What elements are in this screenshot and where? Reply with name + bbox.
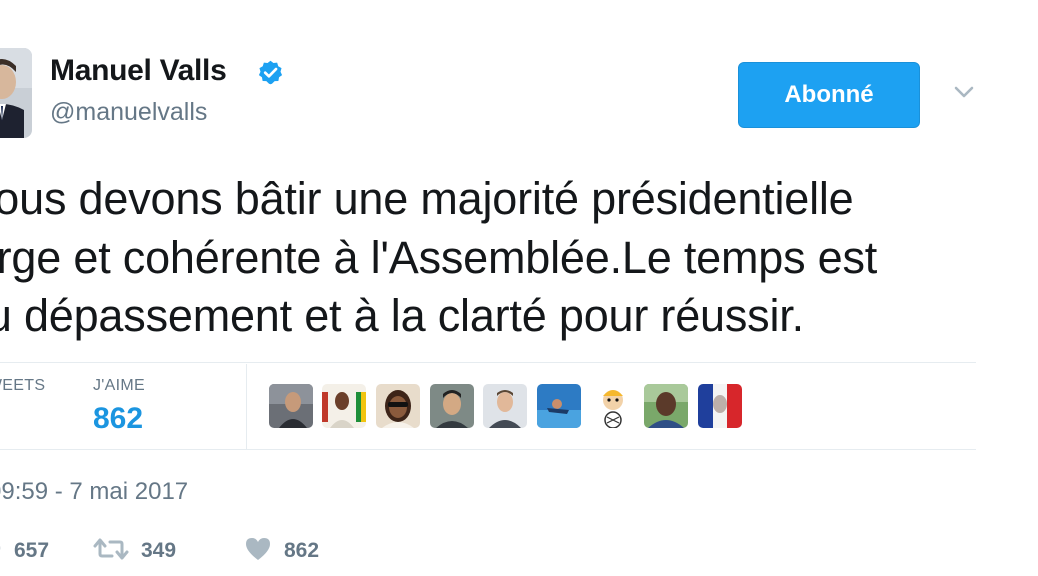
following-button[interactable]: Abonné (738, 62, 920, 128)
tweet-text-line: Nous devons bâtir une majorité président… (0, 173, 854, 224)
likes-count[interactable]: 862 (93, 402, 143, 436)
liker-avatar[interactable] (698, 384, 742, 428)
liker-avatar[interactable] (322, 384, 366, 428)
retweet-count: 349 (141, 539, 177, 562)
reply-icon (0, 538, 2, 565)
like-count: 862 (284, 539, 320, 562)
reply-count: 657 (14, 539, 50, 562)
tweet-text-line: au dépassement et à la clarté pour réuss… (0, 290, 804, 341)
liker-avatar[interactable] (537, 384, 581, 428)
liker-avatar[interactable] (483, 384, 527, 428)
stats-divider (246, 364, 247, 450)
handle[interactable]: @manuelvalls (50, 98, 207, 127)
verified-badge-icon (257, 59, 284, 86)
retweet-button[interactable]: 349 (93, 536, 176, 566)
likes-label[interactable]: J'AIME (93, 377, 145, 395)
tweet-text-line: large et cohérente à l'Assemblée.Le temp… (0, 232, 878, 283)
divider (0, 362, 976, 363)
heart-icon (244, 536, 272, 567)
divider (0, 449, 976, 450)
chevron-down-icon[interactable] (952, 82, 976, 102)
liker-avatar[interactable] (376, 384, 420, 428)
liker-avatar[interactable] (430, 384, 474, 428)
profile-avatar[interactable] (0, 48, 32, 138)
liker-avatar[interactable] (644, 384, 688, 428)
liker-avatar[interactable] (269, 384, 313, 428)
retweet-icon (93, 537, 129, 566)
liker-avatar[interactable] (591, 384, 635, 428)
retweets-label[interactable]: RETWEETS (0, 377, 45, 395)
tweet-timestamp[interactable]: 09:59 - 7 mai 2017 (0, 478, 188, 506)
display-name[interactable]: Manuel Valls (50, 54, 227, 88)
like-button[interactable]: 862 (244, 536, 319, 566)
reply-button[interactable]: 657 (0, 536, 49, 566)
